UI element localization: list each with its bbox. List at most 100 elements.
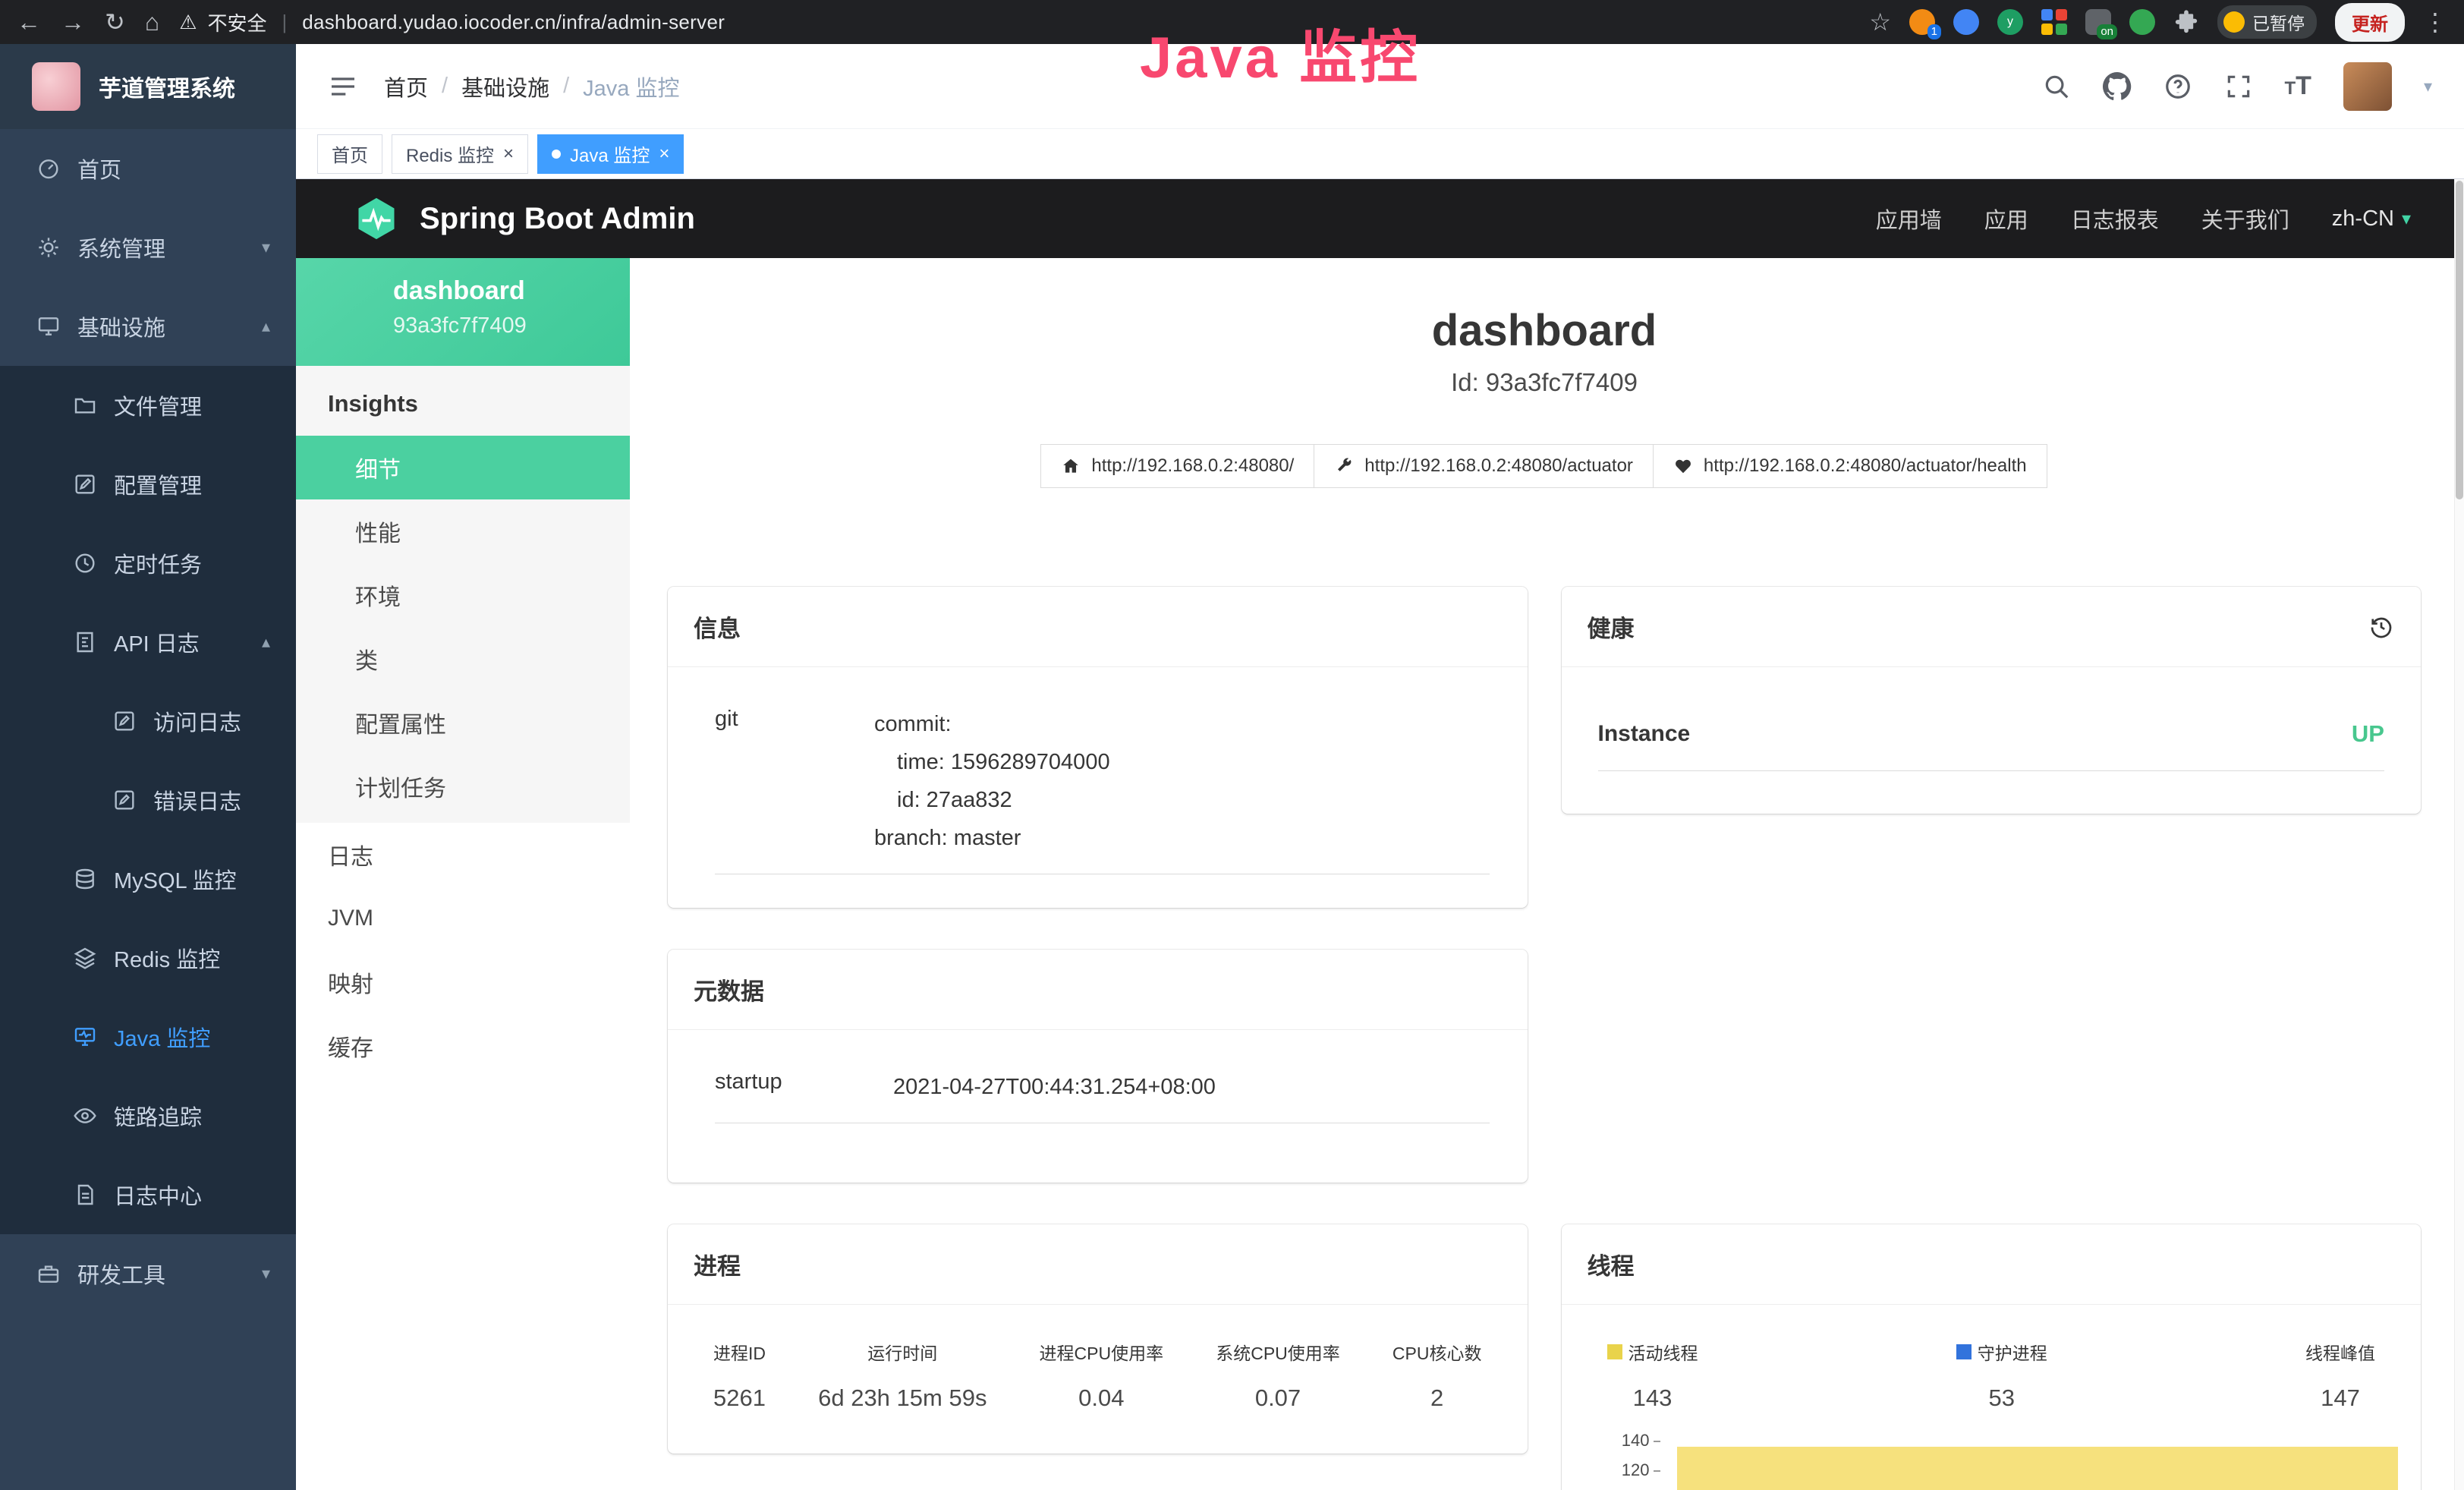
extension-icon-leaf[interactable] [2129,9,2155,35]
topbar-actions: TT ▾ [2042,62,2433,111]
search-icon[interactable] [2042,72,2071,101]
monitor-icon [36,314,61,339]
sidebar-item-job[interactable]: 定时任务 [0,524,296,603]
insight-item-config-props[interactable]: 配置属性 [296,691,630,754]
tab-redis-monitor[interactable]: Redis 监控 × [392,134,528,174]
insight-item-performance[interactable]: 性能 [296,499,630,563]
screen: ← → ↻ ⌂ ⚠ 不安全 | dashboard.yudao.iocoder.… [0,0,2464,1490]
tab-home[interactable]: 首页 [317,134,382,174]
sidebar-item-api-log[interactable]: API 日志 ▴ [0,603,296,682]
sba-item-mappings[interactable]: 映射 [296,950,630,1014]
instance-selector[interactable]: dashboard 93a3fc7f7409 [296,258,630,366]
info-card-header: 信息 [668,587,1528,667]
insight-item-details[interactable]: 细节 [296,436,630,499]
health-card-body: Instance UP [1562,667,2422,814]
help-icon[interactable] [2163,72,2192,101]
app-logo-image [32,62,80,111]
spring-boot-admin-logo [353,195,400,242]
service-url-button[interactable]: http://192.168.0.2:48080/ [1040,444,1314,488]
breadcrumb-home[interactable]: 首页 [384,71,428,102]
extension-icon-green[interactable]: y [1997,9,2023,35]
extension-icon-orange[interactable]: 1 [1909,9,1935,35]
health-card-header: 健康 [1562,587,2422,667]
sba-locale-select[interactable]: zh-CN ▾ [2332,206,2411,232]
back-icon[interactable]: ← [17,10,41,34]
sidebar-item-dev-tools[interactable]: 研发工具 ▾ [0,1234,296,1313]
sidebar-item-file[interactable]: 文件管理 [0,366,296,445]
insight-item-environment[interactable]: 环境 [296,563,630,627]
sidebar-item-home[interactable]: 首页 [0,129,296,208]
browser-menu-icon[interactable]: ⋮ [2423,10,2447,34]
close-icon[interactable]: × [659,145,669,163]
profile-paused-chip[interactable]: 已暂停 [2217,5,2317,39]
user-avatar[interactable] [2343,62,2392,111]
profile-avatar-icon [2223,11,2245,33]
sba-nav-applications[interactable]: 应用 [1984,203,2028,235]
info-card-body: git commit: time: 1596289704000 id: 27aa… [668,667,1528,908]
sidebar-item-redis[interactable]: Redis 监控 [0,918,296,997]
health-url-button[interactable]: http://192.168.0.2:48080/actuator/health [1653,444,2047,488]
actuator-url-button[interactable]: http://192.168.0.2:48080/actuator [1314,444,1654,488]
sidebar-collapse-icon[interactable] [328,71,358,102]
extension-badge: 1 [1927,24,1941,39]
breadcrumb-infra[interactable]: 基础设施 [461,71,549,102]
insight-item-scheduled-tasks[interactable]: 计划任务 [296,754,630,818]
sidebar-item-log-center[interactable]: 日志中心 [0,1155,296,1234]
tab-java-monitor[interactable]: Java 监控 × [537,134,684,174]
sidebar-item-system[interactable]: 系统管理 ▾ [0,208,296,287]
tags-view: 首页 Redis 监控 × Java 监控 × [296,129,2464,179]
process-card-header: 进程 [668,1224,1528,1305]
sidebar-item-access-log[interactable]: 访问日志 [0,682,296,761]
clock-icon [73,551,97,575]
bookmark-star-icon[interactable]: ☆ [1869,10,1891,34]
insights-section-label: Insights [296,366,630,436]
sba-item-caches[interactable]: 缓存 [296,1014,630,1078]
reload-icon[interactable]: ↻ [105,10,125,34]
instance-subtitle: Id: 93a3fc7f7409 [668,368,2421,397]
page-scrollbar[interactable] [2454,179,2464,1490]
chevron-down-icon: ▾ [262,238,270,257]
forward-icon[interactable]: → [61,10,85,34]
security-label: 不安全 [207,8,266,36]
history-icon[interactable] [2368,613,2395,641]
y-axis-tick: 140 [1592,1431,1660,1451]
close-icon[interactable]: × [503,145,514,163]
github-icon[interactable] [2103,72,2132,101]
sba-nav-journal[interactable]: 日志报表 [2071,203,2159,235]
extension-icon-grid[interactable] [2041,9,2067,35]
sidebar-item-infra[interactable]: 基础设施 ▴ [0,287,296,366]
browser-update-button[interactable]: 更新 [2335,3,2405,42]
avatar-caret-icon[interactable]: ▾ [2424,77,2432,96]
app-logo[interactable]: 芋道管理系统 [0,44,296,129]
sidebar-item-mysql[interactable]: MySQL 监控 [0,840,296,918]
sidebar-item-trace[interactable]: 链路追踪 [0,1076,296,1155]
sba-body: dashboard 93a3fc7f7409 Insights 细节 性能 环境… [296,258,2464,1490]
address-bar[interactable]: ⚠ 不安全 | dashboard.yudao.iocoder.cn/infra… [179,8,725,36]
instance-links: http://192.168.0.2:48080/ http://192.168… [668,444,2421,488]
sidebar-item-java[interactable]: Java 监控 [0,997,296,1076]
font-size-icon[interactable]: TT [2285,71,2311,101]
infra-submenu: 文件管理 配置管理 定时任务 API 日志 ▴ [0,366,296,1234]
sba-nav-wallboard[interactable]: 应用墙 [1876,203,1942,235]
sba-nav-about[interactable]: 关于我们 [2201,203,2289,235]
status-badge: UP [2352,720,2384,748]
insights-panel: Insights 细节 性能 环境 类 配置属性 计划任务 [296,366,630,823]
extension-icon-blue[interactable] [1953,9,1979,35]
insight-item-classes[interactable]: 类 [296,627,630,691]
instance-id: 93a3fc7f7409 [393,313,630,339]
extensions-puzzle-icon[interactable] [2173,9,2199,35]
sba-brand-title[interactable]: Spring Boot Admin [420,202,695,236]
sba-item-logs[interactable]: 日志 [296,823,630,887]
scrollbar-thumb[interactable] [2456,181,2463,499]
stat-cpu-cores: CPU核心数 2 [1392,1339,1482,1412]
sba-item-jvm[interactable]: JVM [296,887,630,950]
folder-icon [73,393,97,417]
fullscreen-icon[interactable] [2224,72,2253,101]
sidebar-item-error-log[interactable]: 错误日志 [0,761,296,840]
sidebar-item-config[interactable]: 配置管理 [0,445,296,524]
extension-icon-switch[interactable]: on [2085,9,2111,35]
home-icon[interactable]: ⌂ [145,10,159,34]
breadcrumb: 首页 / 基础设施 / Java 监控 [384,71,679,102]
main-column: 首页 / 基础设施 / Java 监控 TT ▾ [296,44,2464,1490]
home-icon [1061,456,1081,476]
